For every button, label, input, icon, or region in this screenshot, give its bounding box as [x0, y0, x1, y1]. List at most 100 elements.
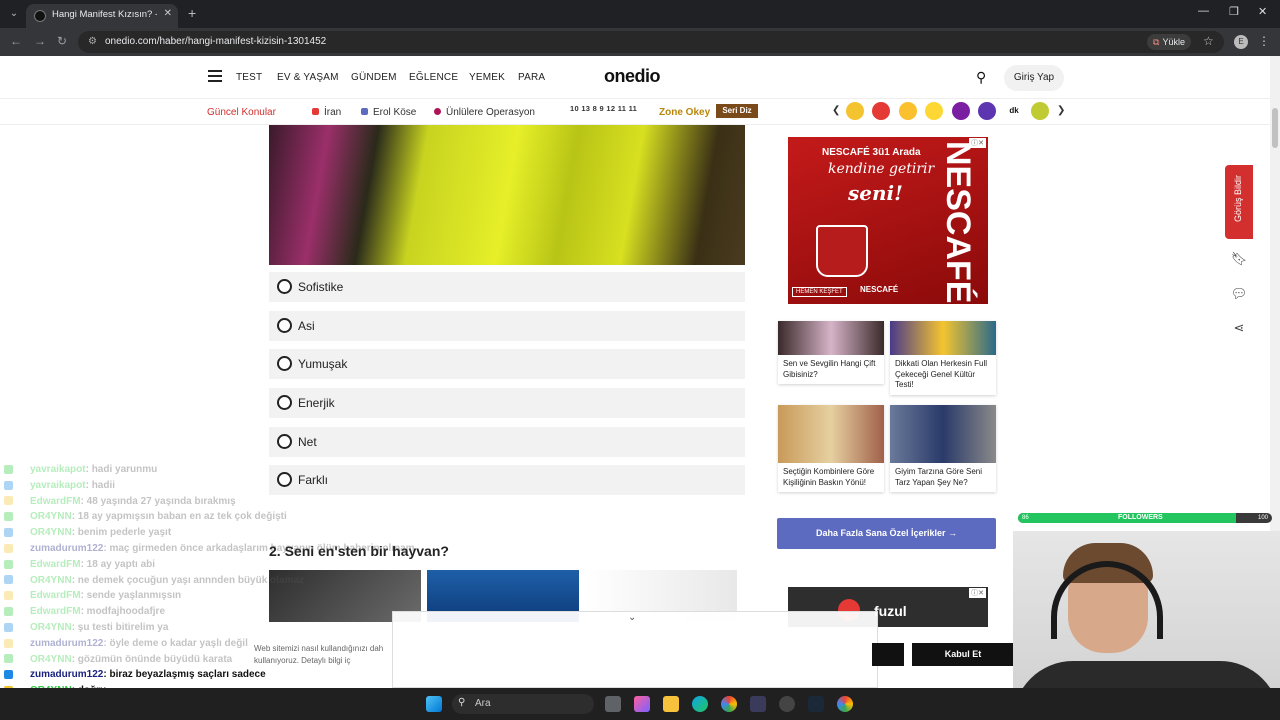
onedio-favicon-icon — [34, 10, 46, 22]
url-text[interactable]: onedio.com/haber/hangi-manifest-kizisin-… — [105, 36, 326, 47]
chat-badges — [4, 652, 30, 668]
chat-badges — [4, 462, 30, 478]
search-icon[interactable]: ⚲ — [976, 69, 986, 86]
related-card[interactable]: Giyim Tarzına Göre Seni Tarz Yapan Şey N… — [890, 405, 996, 492]
windows-start-icon[interactable] — [426, 696, 442, 712]
scroll-thumb[interactable] — [1272, 108, 1278, 148]
related-card[interactable]: Sen ve Sevgilin Hangi Çift Gibisiniz? — [778, 321, 884, 384]
chat-message: zumadurum122: biraz beyazlaşmış saçları … — [4, 667, 504, 683]
forward-icon[interactable]: → — [34, 34, 46, 48]
store-icon[interactable] — [750, 696, 766, 712]
file-explorer-icon[interactable] — [663, 696, 679, 712]
crying-emoji-icon[interactable] — [899, 102, 917, 120]
steam-icon[interactable] — [808, 696, 824, 712]
edge-icon[interactable] — [692, 696, 708, 712]
site-info-icon[interactable]: ⚙ — [88, 36, 97, 47]
topic-erol-kose[interactable]: Erol Köse — [361, 107, 416, 118]
bookmark-icon[interactable]: 🔖︎ — [1229, 249, 1249, 269]
nav-yemek[interactable]: YEMEK — [469, 72, 505, 83]
topic-iran[interactable]: İran — [312, 107, 341, 118]
option-net[interactable]: Net — [269, 427, 745, 457]
feedback-button[interactable]: Görüş Bildir — [1225, 165, 1253, 239]
chrome-icon[interactable] — [721, 696, 737, 712]
bookmark-star-icon[interactable]: ☆ — [1203, 34, 1214, 48]
reload-icon[interactable]: ↻ — [57, 34, 67, 48]
ad-tagline: kendine getirir — [828, 161, 935, 177]
option-label: Enerjik — [298, 396, 335, 410]
dk-logo-icon[interactable]: dk — [1005, 102, 1023, 120]
option-asi[interactable]: Asi — [269, 311, 745, 341]
option-yumusak[interactable]: Yumuşak — [269, 349, 745, 379]
followers-goal: 100 — [1257, 515, 1268, 521]
task-view-icon[interactable] — [605, 696, 621, 712]
chevron-left-icon[interactable]: ❮ — [832, 105, 840, 116]
zone-okey-label[interactable]: Zone Okey — [659, 107, 710, 118]
related-card[interactable]: Dikkati Olan Herkesin Full Çekeceği Gene… — [890, 321, 996, 395]
url-field[interactable]: ⚙ onedio.com/haber/hangi-manifest-kizisi… — [78, 31, 1224, 53]
nav-para[interactable]: PARA — [518, 72, 545, 83]
browser-tab[interactable]: Hangi Manifest Kızısın? - Onedio ✕ — [26, 4, 178, 28]
cookie-accept-button[interactable]: Kabul Et — [912, 643, 1014, 666]
ad-info-icon[interactable]: ⓘ✕ — [969, 138, 986, 148]
chrome-active-icon[interactable] — [837, 696, 853, 712]
chevron-down-icon[interactable]: ⌄ — [628, 612, 636, 623]
topic-unlulere-operasyon[interactable]: Ünlülere Operasyon — [434, 107, 535, 118]
chat-message: EdwardFM: sende yaşlanmışsın — [4, 588, 504, 604]
tab-search-icon[interactable]: ⌄ — [6, 6, 22, 22]
browser-menu-icon[interactable]: ⋮ — [1258, 34, 1270, 48]
chat-username: zumadurum122 — [30, 669, 104, 681]
reaction-badge-icon-2[interactable] — [978, 102, 996, 120]
chat-username: OR4YNN — [30, 574, 72, 586]
app-icon[interactable] — [634, 696, 650, 712]
option-sofistike[interactable]: Sofistike — [269, 272, 745, 302]
nav-eglence[interactable]: EĞLENCE — [409, 72, 458, 83]
back-icon[interactable]: ← — [10, 34, 22, 48]
chat-username: zumadurum122 — [30, 637, 104, 649]
chat-badges — [4, 620, 30, 636]
nav-ev-yasam[interactable]: EV & YAŞAM — [277, 72, 339, 83]
chevron-right-icon[interactable]: ❯ — [1057, 105, 1065, 116]
onedio-logo[interactable]: onedio — [604, 66, 661, 87]
radio-icon[interactable] — [277, 434, 292, 449]
nescafe-ad[interactable]: NESCAFÉ 3ü1 Arada kendine getirir seni! … — [788, 137, 988, 304]
chat-text: : hadi yarunmu — [85, 464, 158, 475]
hamburger-menu-icon[interactable] — [208, 70, 222, 85]
new-tab-icon[interactable]: + — [188, 5, 196, 21]
radio-icon[interactable] — [277, 395, 292, 410]
close-tab-icon[interactable]: ✕ — [164, 8, 172, 19]
smile-emoji-icon[interactable] — [925, 102, 943, 120]
seri-diz-button[interactable]: Seri Diz — [716, 104, 758, 118]
radio-icon[interactable] — [277, 356, 292, 371]
comments-icon[interactable]: 💬︎ — [1229, 284, 1249, 304]
cookie-settings-button[interactable] — [872, 643, 904, 666]
radio-icon[interactable] — [277, 279, 292, 294]
nav-gundem[interactable]: GÜNDEM — [351, 72, 397, 83]
heart-eyes-emoji-icon[interactable] — [872, 102, 890, 120]
window-close-icon[interactable]: ✕ — [1258, 5, 1267, 18]
okey-tiles[interactable]: 10 13 8 9 12 11 11 — [570, 104, 637, 113]
related-card[interactable]: Seçtiğin Kombinlere Göre Kişiliğinin Bas… — [778, 405, 884, 492]
reaction-emoji-icon[interactable] — [846, 102, 864, 120]
coffee-cup-icon — [816, 225, 868, 277]
reaction-badge-icon[interactable] — [952, 102, 970, 120]
chat-badges — [4, 541, 30, 557]
ad-info-icon[interactable]: ⓘ✕ — [969, 588, 986, 598]
radio-icon[interactable] — [277, 318, 292, 333]
minimize-icon[interactable]: — — [1198, 5, 1209, 17]
taskbar-search[interactable]: ⚲ Ara — [452, 694, 594, 714]
option-enerjik[interactable]: Enerjik — [269, 388, 745, 418]
nav-test[interactable]: TEST — [236, 72, 262, 83]
chat-message: OR4YNN: şu testi bitirelim ya — [4, 620, 504, 636]
chat-badge-icon — [4, 654, 13, 664]
login-button[interactable]: Giriş Yap — [1004, 65, 1064, 91]
chat-message: zumadurum122: maç girmeden önce arkadaşl… — [4, 541, 504, 557]
share-icon[interactable]: ⋖ — [1229, 318, 1249, 338]
more-content-button[interactable]: Daha Fazla Sana Özel İçerikler → — [777, 518, 996, 549]
restore-icon[interactable]: ❐ — [1229, 5, 1239, 18]
chat-badge-icon — [4, 670, 13, 680]
profile-avatar[interactable]: E — [1234, 35, 1248, 49]
reaction-badge-icon-3[interactable] — [1031, 102, 1049, 120]
ad-cta-button[interactable]: HEMEN KEŞFET — [792, 287, 847, 297]
obs-icon[interactable] — [779, 696, 795, 712]
install-button[interactable]: ⧉ Yükle — [1147, 34, 1191, 50]
